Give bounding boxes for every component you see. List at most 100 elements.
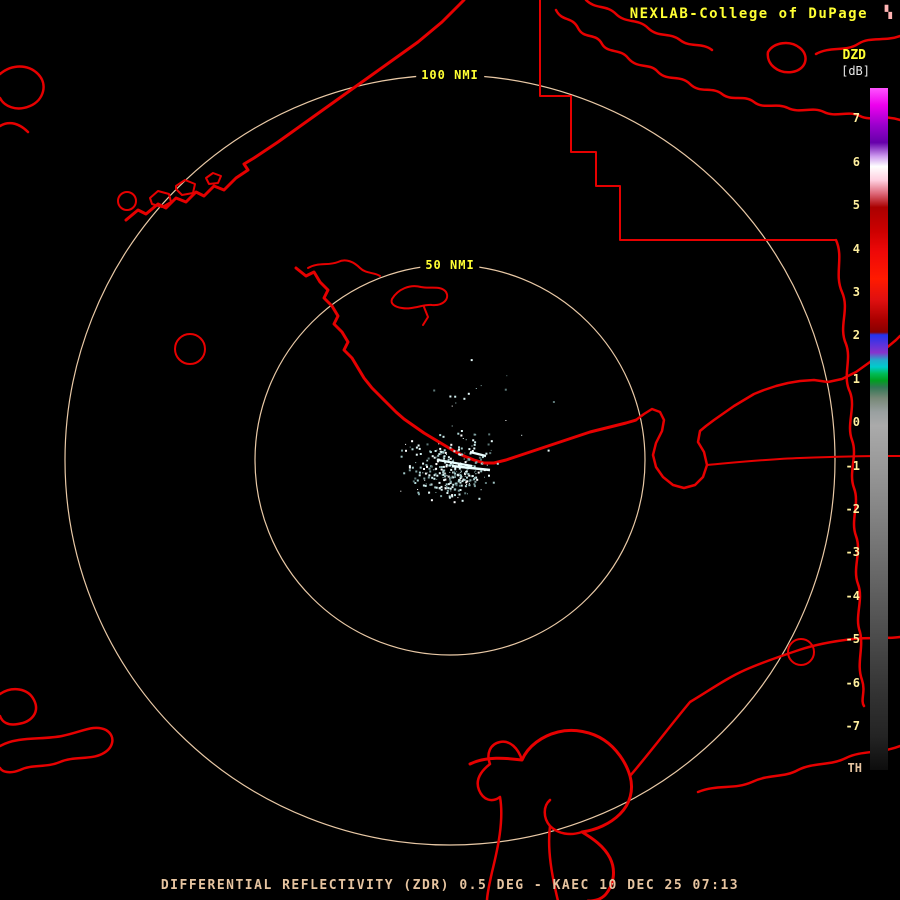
range-label-50nmi: 50 NMI xyxy=(420,258,479,272)
radar-echo xyxy=(450,490,451,491)
radar-echo xyxy=(456,471,457,472)
radar-echo xyxy=(437,450,438,451)
radar-echo xyxy=(487,465,488,466)
radar-echo xyxy=(409,467,411,469)
radar-echo xyxy=(474,481,476,483)
radar-echo xyxy=(419,448,421,450)
radar-echo xyxy=(409,469,411,471)
radar-echo xyxy=(448,456,450,458)
radar-echo xyxy=(443,477,444,478)
radar-echo xyxy=(468,458,470,460)
radar-echo xyxy=(488,444,490,446)
radar-echo xyxy=(401,450,403,452)
radar-echo xyxy=(458,449,460,451)
radar-echo xyxy=(442,472,443,473)
radar-echo xyxy=(488,475,490,477)
radar-echo xyxy=(465,461,467,463)
radar-echo xyxy=(456,484,458,486)
radar-echo xyxy=(454,494,456,496)
range-ring-inner xyxy=(255,265,645,655)
radar-echo xyxy=(449,497,451,499)
radar-echo xyxy=(469,483,470,484)
radar-echo xyxy=(480,470,482,472)
radar-echo xyxy=(436,479,437,480)
radar-echo xyxy=(447,490,449,492)
radar-echo xyxy=(476,388,477,389)
radar-echo xyxy=(435,492,436,493)
radar-echo xyxy=(423,478,425,480)
radar-echo xyxy=(461,471,462,472)
radar-echo xyxy=(453,471,455,473)
radar-echo xyxy=(454,468,456,470)
radar-echo xyxy=(454,396,456,398)
radar-echo xyxy=(472,475,474,477)
radar-echo xyxy=(548,450,550,452)
radar-echo xyxy=(430,451,432,453)
radar-echo xyxy=(441,469,443,471)
radar-echo xyxy=(475,471,476,472)
radar-echo xyxy=(435,463,437,465)
brand-text: NEXLAB-College of DuPage xyxy=(630,6,868,22)
radar-echo xyxy=(450,469,452,471)
radar-echo xyxy=(439,448,441,450)
radar-echo xyxy=(485,482,487,484)
colorbar-units-label: [dB] xyxy=(841,64,870,78)
radar-echo xyxy=(455,403,456,404)
radar-echo xyxy=(440,495,442,497)
radar-echo xyxy=(418,445,420,447)
radar-echo xyxy=(405,450,407,452)
radar-echo xyxy=(481,489,482,490)
radar-echo xyxy=(476,473,477,474)
radar-echo xyxy=(474,477,476,479)
radar-echo xyxy=(458,480,460,482)
map-outline-blob-bottom-left-a xyxy=(0,689,36,724)
radar-echo xyxy=(452,406,453,407)
colorbar-threshold-label: TH xyxy=(848,761,862,775)
radar-echo xyxy=(441,466,443,468)
radar-echo xyxy=(460,472,461,473)
map-outline-circle-left-small xyxy=(118,192,136,210)
radar-echo xyxy=(428,477,430,479)
radar-echo xyxy=(424,480,425,481)
radar-echo xyxy=(446,492,448,494)
radar-echo xyxy=(411,440,413,442)
radar-echo xyxy=(444,480,445,481)
map-outline-coast-central xyxy=(296,268,636,463)
radar-echo xyxy=(463,438,464,439)
radar-echo xyxy=(428,492,430,494)
radar-echo xyxy=(436,475,438,477)
radar-echo xyxy=(450,481,452,483)
radar-echo xyxy=(465,481,467,483)
radar-echo xyxy=(410,447,411,448)
radar-echo xyxy=(403,472,405,474)
radar-echo xyxy=(454,501,456,503)
radar-echo xyxy=(436,457,437,458)
radar-echo xyxy=(466,477,468,479)
radar-echo xyxy=(435,468,437,470)
radar-echo xyxy=(484,477,485,478)
radar-echo xyxy=(475,462,477,464)
radar-map-canvas xyxy=(0,0,900,900)
radar-echo xyxy=(433,478,435,480)
radar-echo xyxy=(457,450,458,451)
radar-echo xyxy=(474,472,475,473)
radar-echo xyxy=(491,450,492,451)
radar-echo xyxy=(452,484,454,486)
radar-echo xyxy=(461,470,462,471)
radar-echo xyxy=(457,433,459,435)
radar-echo xyxy=(443,470,445,472)
radar-echo xyxy=(429,471,431,473)
radar-echo xyxy=(449,478,450,479)
radar-echo xyxy=(491,440,493,442)
radar-echo xyxy=(485,453,487,455)
radar-echo xyxy=(462,500,464,502)
radar-echo xyxy=(450,458,452,460)
radar-echo xyxy=(428,474,430,476)
radar-echo xyxy=(433,469,434,470)
map-outline-county-staircase xyxy=(540,0,836,240)
radar-echo xyxy=(417,489,418,490)
radar-echo xyxy=(433,390,435,392)
radar-echo xyxy=(461,454,463,456)
radar-echo xyxy=(454,489,456,491)
radar-echo xyxy=(464,459,465,460)
